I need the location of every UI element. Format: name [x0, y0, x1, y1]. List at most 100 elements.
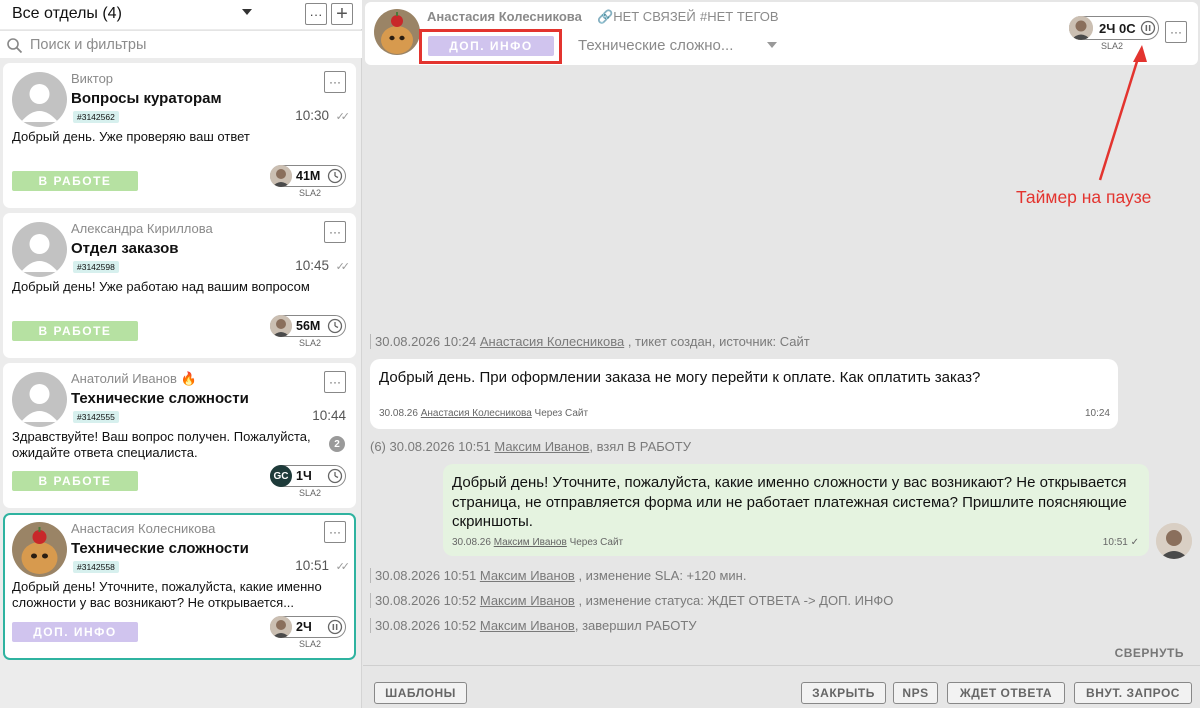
sla-timer: 2Ч: [270, 616, 346, 638]
pause-icon[interactable]: [1140, 20, 1156, 36]
ticket-time: 10:45: [295, 258, 329, 273]
search-bar: [0, 30, 362, 58]
ticket-card[interactable]: Анатолий Иванов 🔥 Технические сложности …: [3, 363, 356, 508]
double-check-icon: ✓✓: [335, 111, 351, 123]
ticket-preview: Добрый день. Уже проверяю ваш ответ: [12, 129, 250, 144]
ticket-id-badge: #3142555: [73, 411, 119, 423]
department-title: Все отделы (4): [12, 5, 122, 22]
status-badge[interactable]: В РАБОТЕ: [12, 471, 138, 491]
internal-request-button[interactable]: ВНУТ. ЗАПРОС: [1074, 682, 1192, 704]
ticket-id-badge: #3142558: [73, 561, 119, 573]
sla-label: SLA2: [298, 488, 321, 498]
system-event: 30.08.2026 10:52 Максим Иванов , изменен…: [370, 593, 893, 608]
user-link[interactable]: Максим Иванов: [494, 537, 567, 548]
sla-time: 2Ч 0С: [1099, 21, 1136, 36]
incoming-message: Добрый день. При оформлении заказа не мо…: [370, 359, 1118, 429]
message-meta: 30.08.26 Анастасия Колесникова Через Сай…: [379, 408, 589, 419]
fire-icon: 🔥: [180, 371, 197, 386]
ticket-card-selected[interactable]: Анастасия Колесникова Технические сложно…: [3, 513, 356, 660]
topic-select[interactable]: Технические сложно...: [578, 37, 733, 54]
user-link[interactable]: Максим Иванов: [480, 593, 575, 608]
sla-label: SLA2: [298, 338, 321, 348]
system-event: 30.08.2026 10:51 Максим Иванов , изменен…: [370, 568, 746, 583]
ticket-subject: Вопросы кураторам: [71, 90, 222, 107]
user-link[interactable]: Максим Иванов: [480, 618, 575, 633]
default-avatar-icon: [12, 222, 67, 277]
ticket-menu-button[interactable]: ···: [324, 71, 346, 93]
tags-label[interactable]: #НЕТ ТЕГОВ: [700, 9, 779, 24]
ticket-id-badge: #3142598: [73, 261, 119, 273]
annotation-arrow-icon: [1098, 45, 1147, 181]
close-ticket-button[interactable]: ЗАКРЫТЬ: [801, 682, 886, 704]
system-event: 30.08.2026 10:52 Максим Иванов, завершил…: [370, 618, 697, 633]
message-text: Добрый день! Уточните, пожалуйста, какие…: [452, 474, 1127, 530]
search-input[interactable]: [30, 35, 350, 55]
client-name: Анастасия Колесникова: [71, 521, 216, 536]
sla-time: 1Ч: [296, 469, 312, 483]
ticket-menu-button[interactable]: ···: [324, 221, 346, 243]
ticket-subject: Технические сложности: [71, 390, 249, 407]
clock-icon: [327, 468, 343, 484]
status-badge[interactable]: ДОП. ИНФО: [428, 36, 554, 56]
chevron-down-icon[interactable]: [767, 42, 777, 48]
message-time: 10:24: [1084, 408, 1110, 419]
message-time: 10:51 ✓: [1102, 537, 1139, 548]
double-check-icon: ✓✓: [335, 261, 351, 273]
default-avatar-icon: [12, 72, 67, 127]
chevron-down-icon[interactable]: [242, 9, 252, 15]
ticket-card[interactable]: Виктор Вопросы кураторам #3142562 ··· 10…: [3, 63, 356, 208]
status-badge[interactable]: В РАБОТЕ: [12, 321, 138, 341]
annotation-label: Таймер на паузе: [1016, 187, 1152, 207]
list-menu-button[interactable]: ···: [305, 3, 327, 25]
user-link[interactable]: Анастасия Колесникова: [480, 334, 624, 349]
user-link[interactable]: Анастасия Колесникова: [421, 408, 532, 419]
outgoing-message: Добрый день! Уточните, пожалуйста, какие…: [443, 464, 1149, 556]
status-badge[interactable]: В РАБОТЕ: [12, 171, 138, 191]
operator-avatar: [270, 165, 292, 187]
conversation-panel: Анастасия Колесникова 🔗НЕТ СВЯЗЕЙ #НЕТ Т…: [363, 0, 1200, 708]
status-badge[interactable]: ДОП. ИНФО: [12, 622, 138, 642]
message-text: Добрый день. При оформлении заказа не мо…: [379, 369, 981, 386]
department-selector[interactable]: Все отделы (4) ··· +: [0, 0, 362, 29]
sla-timer: GC 1Ч: [270, 465, 346, 487]
ticket-subject: Отдел заказов: [71, 240, 179, 257]
nps-button[interactable]: NPS: [893, 682, 938, 704]
ticket-id-badge: #3142562: [73, 111, 119, 123]
operator-avatar: [270, 315, 292, 337]
message-meta: 30.08.26 Максим Иванов Через Сайт: [452, 537, 624, 548]
client-avatar: [374, 9, 420, 55]
ticket-time: 10:51: [295, 558, 329, 573]
check-icon: ✓: [1130, 537, 1139, 548]
ticket-list-panel: Все отделы (4) ··· + Виктор Вопросы кура…: [0, 0, 362, 708]
templates-button[interactable]: ШАБЛОНЫ: [374, 682, 467, 704]
ticket-subject: Технические сложности: [71, 540, 249, 557]
operator-avatar: [1156, 523, 1192, 559]
ticket-card[interactable]: Александра Кириллова Отдел заказов #3142…: [3, 213, 356, 358]
sla-timer: 41М: [270, 165, 346, 187]
ticket-menu-button[interactable]: ···: [324, 521, 346, 543]
double-check-icon: ✓✓: [335, 561, 351, 573]
system-event: 30.08.2026 10:24 Анастасия Колесникова ,…: [370, 334, 810, 349]
sla-time: 56М: [296, 319, 321, 333]
system-event: (6) 30.08.2026 10:51 Максим Иванов, взял…: [370, 439, 691, 454]
links-label[interactable]: 🔗НЕТ СВЯЗЕЙ: [597, 9, 696, 25]
sla-time: 41М: [296, 169, 321, 183]
unread-count-badge: 2: [329, 436, 345, 452]
ticket-preview: Добрый день! Уточните, пожалуйста, какие…: [12, 579, 322, 610]
ticket-time: 10:44: [312, 408, 346, 423]
operator-avatar: [1069, 16, 1093, 40]
search-icon: [7, 38, 23, 54]
ticket-menu-button[interactable]: ···: [324, 371, 346, 393]
default-avatar-icon: [12, 372, 67, 427]
clock-icon: [327, 168, 343, 184]
add-ticket-button[interactable]: +: [331, 3, 353, 25]
waiting-reply-button[interactable]: ЖДЕТ ОТВЕТА: [947, 682, 1065, 704]
sla-label: SLA2: [298, 188, 321, 198]
user-link[interactable]: Максим Иванов: [480, 568, 575, 583]
user-link[interactable]: Максим Иванов: [494, 439, 589, 454]
sla-timer: 56М: [270, 315, 346, 337]
client-name[interactable]: Анастасия Колесникова: [427, 9, 582, 24]
collapse-button[interactable]: СВЕРНУТЬ: [1115, 646, 1184, 660]
client-avatar: [12, 522, 67, 577]
divider: [363, 665, 1200, 666]
